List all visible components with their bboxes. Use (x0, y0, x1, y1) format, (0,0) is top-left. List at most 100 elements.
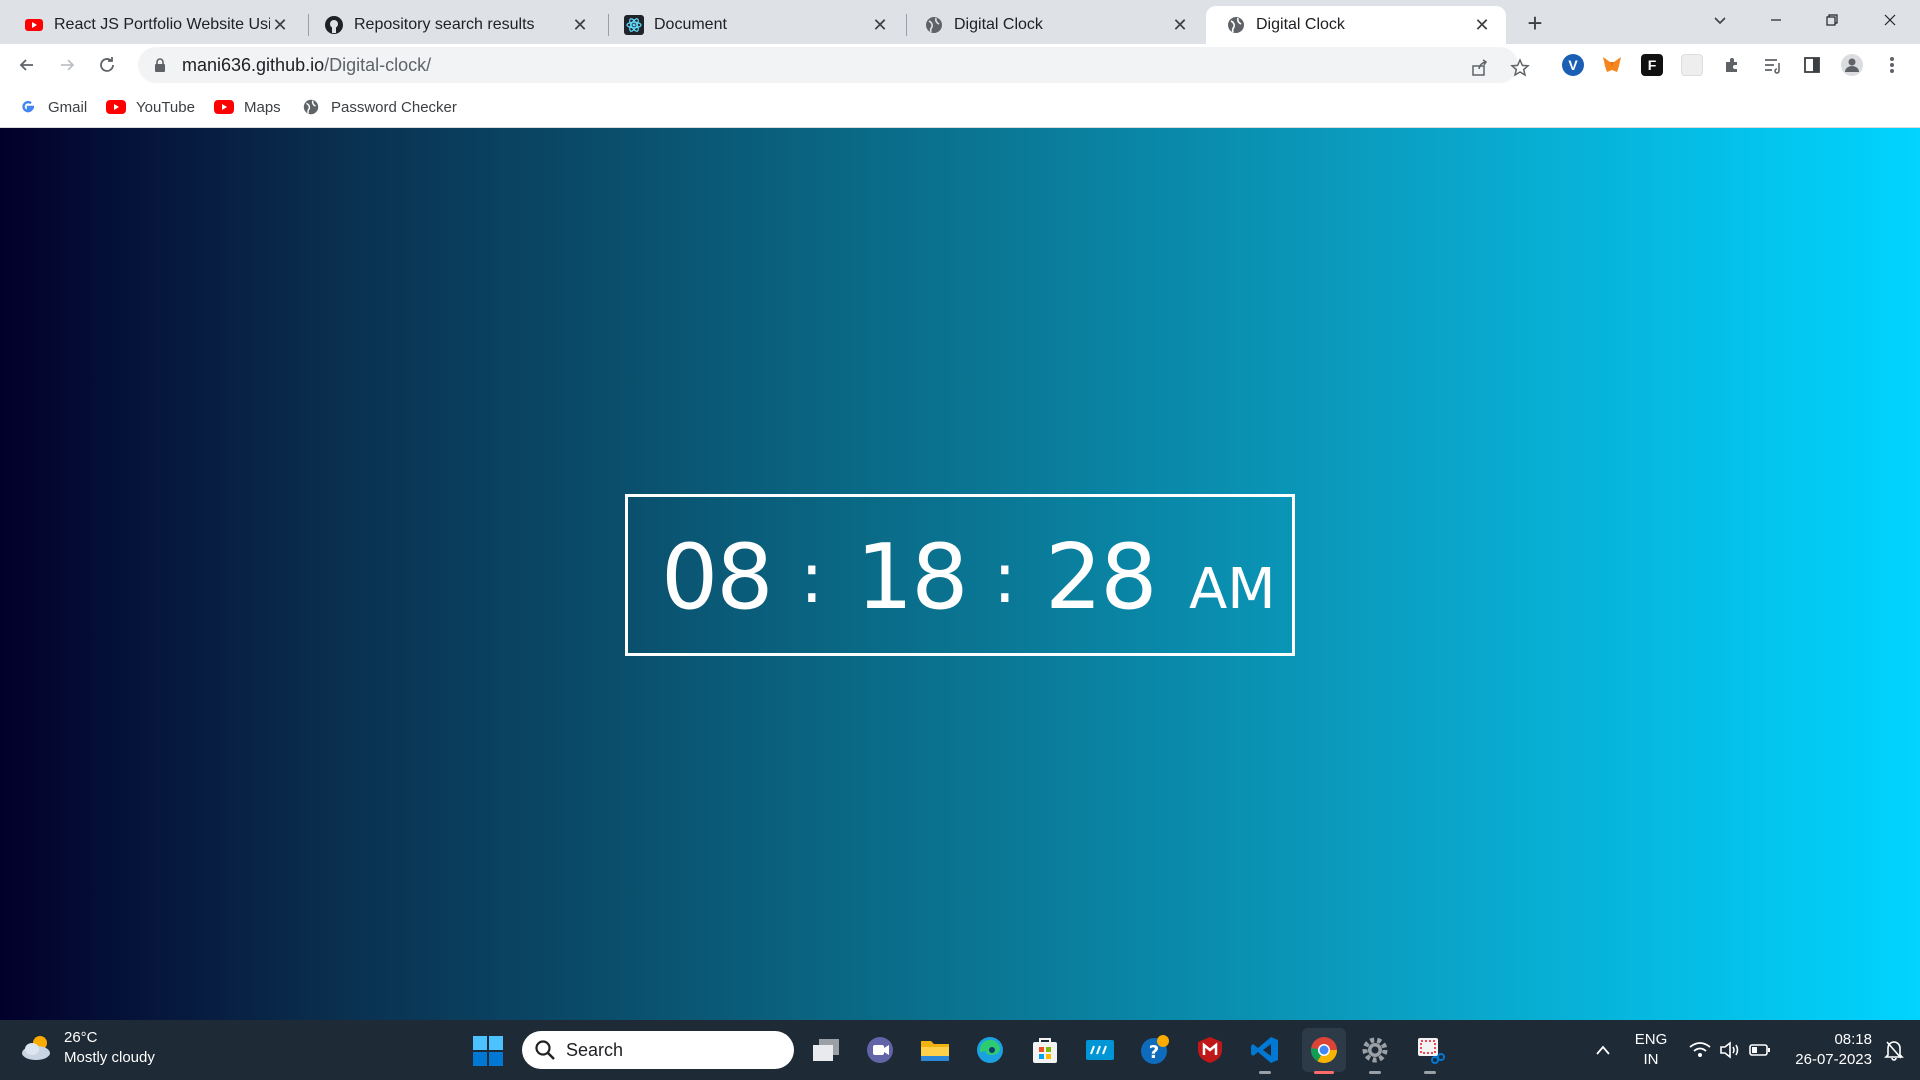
youtube-icon (25, 19, 43, 31)
globe-icon (1228, 17, 1244, 33)
restore-icon (1826, 14, 1838, 26)
tab-github-search[interactable]: Repository search results ✕ (304, 6, 604, 44)
side-panel-button[interactable] (1801, 54, 1823, 76)
chrome-button[interactable] (1302, 1028, 1346, 1074)
mcafee-icon (1198, 1037, 1222, 1063)
url-path: /Digital-clock/ (324, 54, 432, 75)
clock-date-button[interactable]: 08:18 26-07-2023 (1780, 1020, 1872, 1080)
close-window-button[interactable] (1862, 0, 1918, 40)
tab-search-button[interactable] (1692, 0, 1748, 40)
tab-youtube-react[interactable]: React JS Portfolio Website Using ✕ (4, 6, 304, 44)
browser-toolbar: mani636.github.io/Digital-clock/ V F (0, 44, 1920, 86)
minimize-icon (1771, 19, 1781, 21)
tab-title: Document (654, 16, 727, 33)
tab-title: Digital Clock (954, 16, 1043, 33)
edge-icon (977, 1037, 1003, 1063)
close-icon[interactable]: ✕ (870, 15, 890, 35)
windows-icon (473, 1036, 503, 1066)
language-indicator[interactable]: ENG IN (1628, 1020, 1674, 1080)
youtube-icon (214, 99, 234, 115)
bookmark-label: Password Checker (331, 98, 457, 116)
f-extension-icon: F (1647, 57, 1657, 73)
close-icon[interactable]: ✕ (570, 15, 590, 35)
tab-digital-clock-1[interactable]: Digital Clock ✕ (904, 6, 1204, 44)
close-icon (1884, 14, 1896, 26)
wifi-icon (1689, 1042, 1711, 1057)
tab-document[interactable]: Document ✕ (604, 6, 904, 44)
new-tab-button[interactable]: + (1520, 8, 1550, 38)
bookmark-password-checker[interactable]: Password Checker (301, 94, 457, 120)
profile-button[interactable] (1841, 54, 1863, 76)
bookmark-label: Maps (244, 98, 281, 116)
edge-button[interactable] (972, 1032, 1008, 1068)
task-view-icon (813, 1039, 839, 1061)
blank-extension[interactable] (1681, 54, 1703, 76)
vpn-extension[interactable]: V (1562, 54, 1584, 76)
back-button[interactable] (12, 50, 42, 80)
microsoft-store-button[interactable] (1027, 1032, 1063, 1068)
close-icon[interactable]: ✕ (270, 15, 290, 35)
taskbar-search[interactable]: Search (522, 1031, 794, 1069)
clock-ampm: AM (1189, 557, 1276, 622)
folder-icon (921, 1041, 949, 1061)
vscode-button[interactable] (1247, 1032, 1283, 1074)
menu-icon (1890, 57, 1894, 73)
bookmark-label: Gmail (48, 98, 88, 116)
puzzle-icon (1726, 58, 1737, 72)
lock-icon[interactable] (152, 57, 168, 73)
search-icon (535, 1040, 555, 1060)
show-hidden-icons-button[interactable] (1586, 1020, 1620, 1080)
region-code: IN (1643, 1051, 1659, 1068)
bookmark-star-button[interactable] (1508, 56, 1532, 80)
reading-list-button[interactable] (1761, 54, 1783, 76)
reload-icon (100, 57, 114, 72)
forward-button[interactable] (52, 50, 82, 80)
github-icon (325, 16, 343, 34)
restore-button[interactable] (1804, 0, 1860, 40)
snipping-tool-button[interactable] (1412, 1032, 1448, 1074)
svg-text:?: ? (1149, 1042, 1159, 1063)
tab-digital-clock-active[interactable]: Digital Clock ✕ (1206, 6, 1506, 44)
digital-clock: 08 : 18 : 28 AM (625, 494, 1295, 656)
quick-settings-button[interactable] (1680, 1020, 1780, 1080)
teams-chat-button[interactable] (862, 1032, 898, 1068)
volume-icon (1720, 1041, 1739, 1059)
share-button[interactable] (1468, 56, 1492, 80)
reload-button[interactable] (92, 50, 122, 80)
weather-widget[interactable]: 26°C Mostly cloudy (20, 1028, 155, 1068)
minimize-button[interactable] (1748, 0, 1804, 40)
menu-button[interactable] (1881, 54, 1903, 76)
get-help-button[interactable]: ? (1137, 1032, 1173, 1068)
close-icon[interactable]: ✕ (1472, 15, 1492, 35)
search-label: Search (566, 1039, 624, 1060)
taskbar-date: 26-07-2023 (1795, 1051, 1872, 1068)
teams-icon (867, 1037, 893, 1063)
extensions-button[interactable] (1721, 54, 1743, 76)
f-extension[interactable]: F (1641, 54, 1663, 76)
start-button[interactable] (472, 1035, 504, 1067)
notifications-button[interactable] (1874, 1020, 1914, 1080)
metamask-extension[interactable] (1601, 54, 1623, 76)
metamask-icon (1603, 57, 1621, 72)
bookmark-gmail[interactable]: Gmail (18, 94, 87, 120)
address-bar[interactable]: mani636.github.io/Digital-clock/ (138, 47, 1530, 83)
bookmark-youtube[interactable]: YouTube (106, 94, 195, 120)
snipping-tool-icon (1418, 1038, 1445, 1064)
tab-title: Repository search results (354, 16, 535, 33)
mcafee-button[interactable] (1192, 1032, 1228, 1068)
bookmark-maps[interactable]: Maps (214, 94, 281, 120)
url-text[interactable]: mani636.github.io/Digital-clock/ (182, 55, 431, 76)
settings-button[interactable] (1357, 1032, 1393, 1074)
task-view-button[interactable] (808, 1032, 844, 1068)
weather-desc: Mostly cloudy (64, 1049, 155, 1066)
close-icon[interactable]: ✕ (1170, 15, 1190, 35)
taskbar: 26°C Mostly cloudy Search ? ENG IN 08:18… (0, 1020, 1920, 1080)
myhp-button[interactable] (1082, 1032, 1118, 1068)
active-indicator (1314, 1071, 1334, 1074)
myhp-icon (1086, 1040, 1114, 1060)
clock-minutes: 18 (856, 525, 969, 630)
youtube-icon (106, 99, 126, 115)
cloud-sun-icon (22, 1036, 50, 1060)
file-explorer-button[interactable] (917, 1032, 953, 1068)
react-icon (624, 15, 644, 35)
